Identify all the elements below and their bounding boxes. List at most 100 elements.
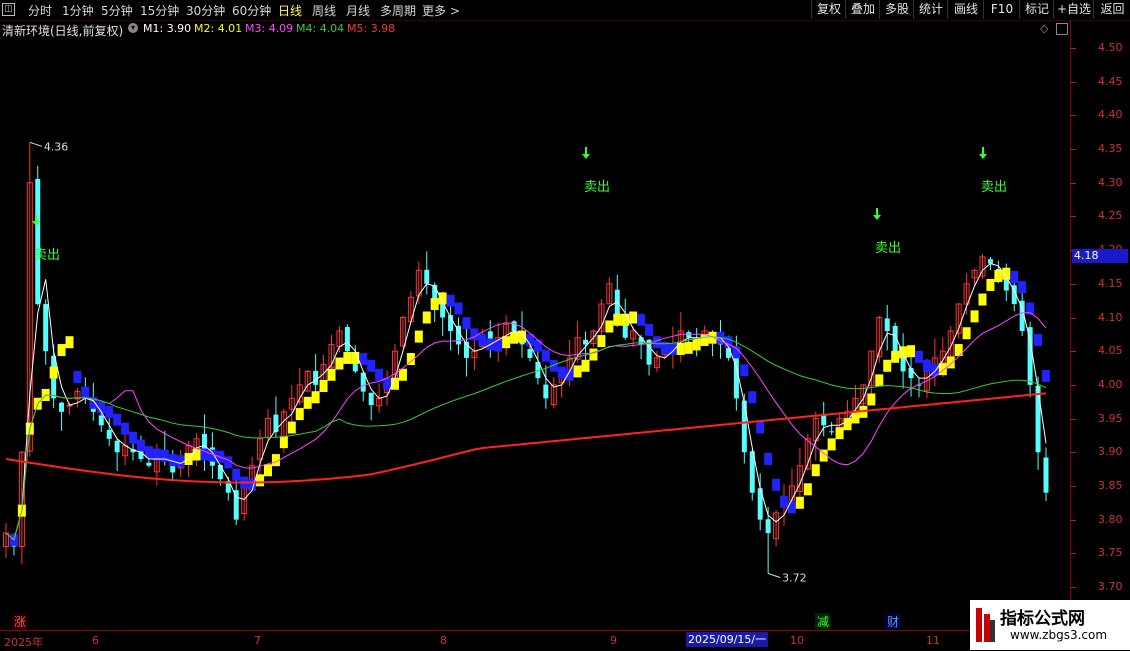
window-icon[interactable] [1056,23,1068,35]
candle-body [741,400,747,453]
candle-body [884,318,890,331]
kline-chart[interactable]: 4.363.72卖出卖出卖出卖出 [0,38,1070,630]
tab-fenshi[interactable]: 分时 [28,2,52,19]
price-tick-mark [1071,452,1076,454]
price-tick-mark [1071,149,1076,151]
candle-body [98,415,104,426]
price-tick-label: 4.10 [1098,310,1123,324]
trend-band-block [835,427,844,440]
trend-band-block [867,393,876,406]
trend-band-block [692,338,701,351]
trend-band-block [136,439,145,452]
trend-band-block [414,330,423,343]
add-watchlist-button[interactable]: +自选 [1053,0,1094,19]
trend-band-block [192,448,201,461]
candle-body [686,332,692,338]
ma-m5: M5: 3.98 [347,22,396,35]
trend-band-block [105,405,114,418]
trend-band-block [327,368,336,381]
trend-band-block [343,351,352,364]
sell-signal-label: 卖出 [584,180,610,195]
trend-band-block [875,374,884,387]
trend-band-block [279,436,288,449]
price-tick-mark [1071,81,1076,83]
price-tick-label: 4.05 [1098,344,1123,358]
price-tick-label: 4.45 [1098,74,1123,88]
tab-multi-period[interactable]: 多周期 [380,2,416,19]
price-tick-mark [1071,485,1076,487]
watermark-title: 指标公式网 [1000,609,1085,629]
diamond-icon[interactable]: ◇ [1040,22,1048,35]
stats-button[interactable]: 统计 [913,0,948,19]
price-tick-mark [1071,283,1076,285]
jian-marker: 减 [815,613,832,630]
price-tick-mark [1071,48,1076,49]
trend-band-block [121,422,130,435]
cai-marker: 财 [885,613,902,630]
panel-toggle-icon[interactable]: ◫ [2,3,15,16]
indicator-info-bar: 清新环境(日线,前复权) ▾ M1: 3.90 M2: 4.01 M3: 4.0… [0,20,1070,38]
trend-band-block [287,421,296,434]
low-price-label: 3.72 [782,572,807,585]
trend-band-block [367,359,376,372]
trend-band-block [1042,369,1050,382]
sell-signal-label: 卖出 [34,248,60,263]
f10-button[interactable]: F10 [983,0,1020,19]
trend-band-block [621,313,630,326]
chevron-down-icon[interactable]: ▾ [128,23,138,33]
multi-stock-button[interactable]: 多股 [879,0,914,19]
high-price-label: 4.36 [44,140,69,153]
candle-body [583,339,589,345]
tab-weekly[interactable]: 周线 [312,2,336,19]
trend-band-block [994,269,1003,282]
trend-band-block [883,359,892,372]
trend-band-block [422,311,431,324]
date-label-9: 9 [610,634,617,647]
candle-body [543,384,549,399]
candle-body [35,178,41,305]
price-tick-label: 4.50 [1098,41,1123,54]
logo-icon [976,608,995,642]
trend-band-block [557,366,566,379]
trend-band-block [652,336,661,349]
tab-5min[interactable]: 5分钟 [101,2,133,19]
tab-60min[interactable]: 60分钟 [232,2,271,19]
trend-band-block [303,396,312,409]
tab-monthly[interactable]: 月线 [346,2,370,19]
sell-signal-label: 卖出 [981,180,1007,195]
price-tick-mark [1071,418,1076,420]
date-label-6: 6 [92,634,99,647]
trend-band-block [645,323,654,336]
trend-band-block [81,386,90,399]
tab-1min[interactable]: 1分钟 [62,2,94,19]
trend-band-block [462,317,471,330]
trend-band-block [446,294,455,307]
trend-band-block [311,391,320,404]
tab-15min[interactable]: 15分钟 [140,2,179,19]
ma-m3: M3: 4.09 [245,22,294,35]
tab-more[interactable]: 更多 > [422,2,460,19]
trend-band-block [891,350,900,363]
trend-band-block [772,478,781,491]
mark-button[interactable]: 标记 [1019,0,1054,19]
candle-body [1027,327,1033,385]
tab-daily[interactable]: 日线 [278,2,302,19]
candle-body [1043,457,1049,493]
low-marker-line [767,573,781,578]
trend-band-block [319,379,328,392]
watermark: 指标公式网 www.zbgs3.com [970,600,1130,650]
trend-band-block [907,345,916,358]
trend-band-block [129,431,138,444]
candle-body [511,321,517,331]
draw-line-button[interactable]: 画线 [947,0,984,19]
back-button[interactable]: 返回 [1093,0,1130,19]
price-tick-mark [1071,553,1076,555]
trend-band-block [502,336,511,349]
price-tick-label: 4.25 [1098,209,1123,223]
overlay-button[interactable]: 叠加 [845,0,880,19]
trend-band-block [914,350,923,363]
fuquan-button[interactable]: 复权 [811,0,846,19]
tab-30min[interactable]: 30分钟 [186,2,225,19]
trend-band-block [978,293,987,306]
price-tick-label: 4.35 [1098,142,1123,156]
